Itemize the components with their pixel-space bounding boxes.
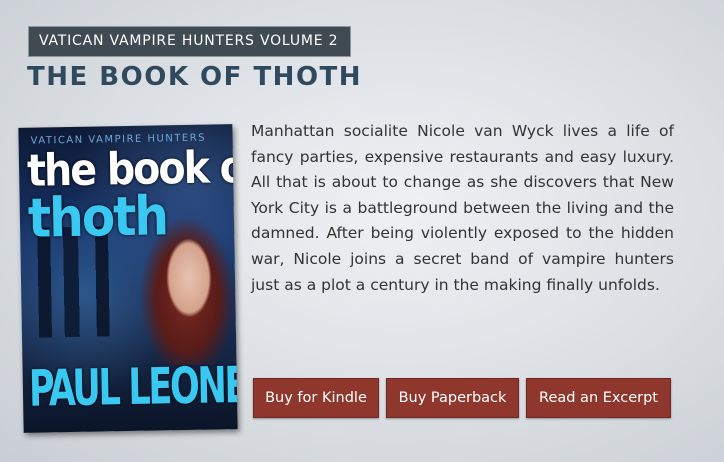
- read-excerpt-button[interactable]: Read an Excerpt: [526, 378, 671, 418]
- cover-title-line-2: thoth: [27, 184, 168, 250]
- book-description: Manhattan socialite Nicole van Wyck live…: [251, 122, 674, 294]
- book-title: THE BOOK OF THOTH: [27, 62, 363, 92]
- series-badge: VATICAN VAMPIRE HUNTERS VOLUME 2: [28, 26, 351, 57]
- buy-paperback-button[interactable]: Buy Paperback: [386, 378, 519, 418]
- book-cover-image: VATICAN VAMPIRE HUNTERS the book of thot…: [18, 124, 238, 433]
- buy-kindle-button[interactable]: Buy for Kindle: [253, 378, 379, 418]
- cover-author: PAUL LEONE: [28, 355, 238, 418]
